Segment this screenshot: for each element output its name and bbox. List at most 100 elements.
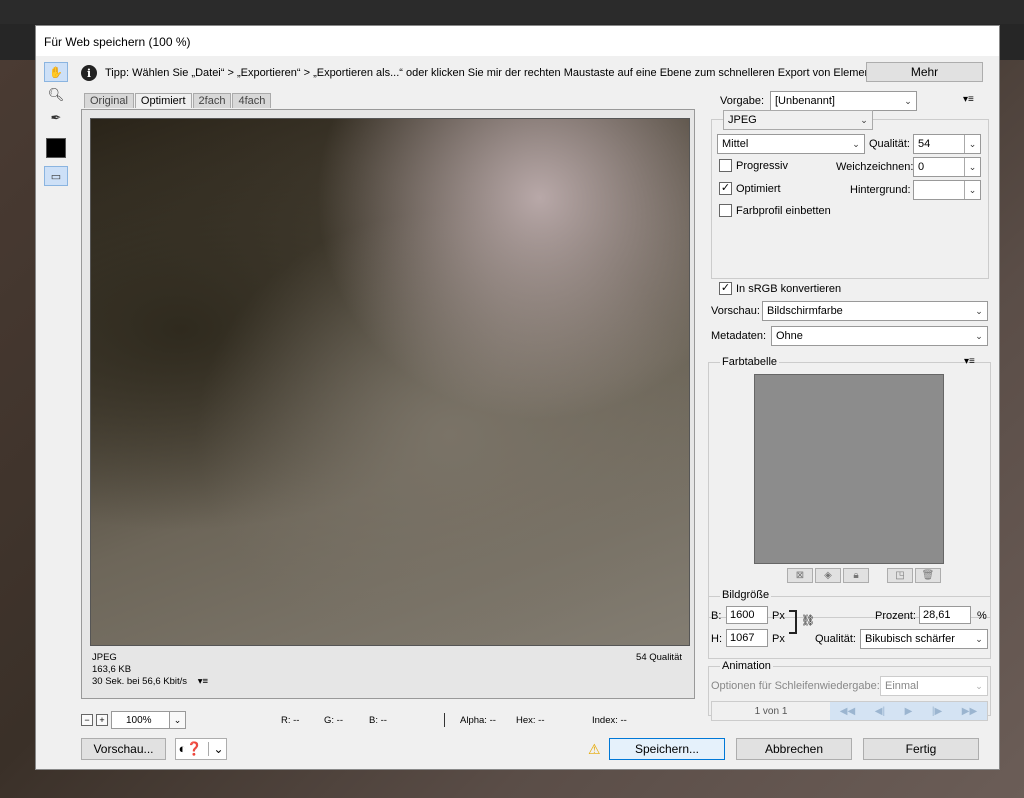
animation-controls: 1 von 1 ◀◀ ◀| ▶ |▶ ▶▶ (711, 701, 988, 721)
progressive-label: Progressiv (736, 159, 788, 172)
width-input[interactable]: 1600 (726, 606, 768, 624)
format-value: JPEG (728, 114, 757, 126)
percent-label: Prozent: (875, 610, 916, 622)
tip-bar: i Tipp: Wählen Sie „Datei“ > „Exportiere… (81, 62, 991, 84)
preset-menu-icon[interactable]: ▾≡ (963, 94, 974, 105)
height-input[interactable]: 1067 (726, 629, 768, 647)
zoom-out-button[interactable]: − (81, 714, 93, 726)
optimized-checkbox[interactable]: ✓ Optimiert (719, 182, 781, 195)
percent-input[interactable]: 28,61 (919, 606, 971, 624)
zoom-in-button[interactable]: + (96, 714, 108, 726)
cancel-button[interactable]: Abbrechen (736, 738, 852, 760)
tab-2up[interactable]: 2fach (192, 93, 232, 108)
resample-quality-label: Qualität: (815, 633, 856, 645)
preview-image[interactable] (90, 118, 690, 646)
prev-frame-icon[interactable]: ◀| (875, 706, 885, 717)
preview-panel: JPEG 163,6 KB 30 Sek. bei 56,6 Kbit/s ▾≡… (81, 109, 695, 699)
color-table-title: Farbtabelle (720, 356, 780, 368)
eyedropper-color-swatch[interactable] (46, 138, 66, 158)
metadata-label: Metadaten: (711, 330, 767, 342)
preview-value: Bildschirmfarbe (767, 305, 843, 317)
zoom-tool-icon[interactable]: 🔍︎ (44, 85, 68, 105)
eyedropper-tool-icon[interactable]: ✒ (44, 108, 68, 128)
toolbox: ✋ ⟋ 🔍︎ ✒ ▭ (44, 62, 70, 186)
info-icon: i (81, 65, 97, 81)
checkbox-box[interactable] (719, 204, 732, 217)
color-table-menu-icon[interactable]: ▾≡ (964, 356, 975, 367)
image-quality-info: 54 Qualität (636, 652, 682, 663)
more-button[interactable]: Mehr (866, 62, 983, 82)
color-table-buttons: ⊠ ◈ 🔒︎ ◳ 🗑︎ (787, 568, 941, 583)
chevron-down-icon: ⌄ (975, 330, 983, 341)
animation-title: Animation (720, 660, 773, 672)
lock-icon[interactable]: 🔒︎ (843, 568, 869, 583)
background-select[interactable]: ⌄ (913, 180, 981, 200)
checkmark-icon[interactable]: ✓ (719, 182, 732, 195)
chevron-down-icon: ⌄ (975, 305, 983, 316)
trash-icon[interactable]: 🗑︎ (915, 568, 941, 583)
resample-quality-select[interactable]: Bikubisch schärfer ⌄ (860, 629, 988, 649)
bottom-bar: Vorschau... ◐❓ ⌄ ⚠ Speichern... Abbrechen… (81, 738, 991, 764)
preview-select[interactable]: Bildschirmfarbe ⌄ (762, 301, 988, 321)
next-frame-icon[interactable]: |▶ (932, 706, 942, 717)
quality-level-select[interactable]: Mittel ⌄ (717, 134, 865, 154)
quality-label: Qualität: (869, 138, 910, 150)
browser-preview-button[interactable]: ◐❓ ⌄ (175, 738, 227, 760)
checkbox-box[interactable] (719, 159, 732, 172)
image-size-title: Bildgröße (720, 589, 772, 601)
blur-field[interactable]: 0 ⌄ (913, 157, 981, 177)
tab-original[interactable]: Original (84, 93, 134, 108)
embed-profile-checkbox[interactable]: Farbprofil einbetten (719, 204, 831, 217)
index-value: Index: -- (592, 714, 627, 726)
quality-level-value: Mittel (722, 138, 749, 150)
loop-label: Optionen für Schleifenwiedergabe: (711, 680, 880, 692)
background-label: Hintergrund: (850, 184, 911, 196)
link-bracket-icon (789, 610, 797, 634)
download-speed-menu-icon[interactable]: ▾≡ (198, 676, 208, 687)
quality-field[interactable]: 54 ⌄ (913, 134, 981, 154)
link-chain-icon[interactable]: ⛓ (801, 614, 815, 627)
preset-select[interactable]: [Unbenannt] ⌄ (770, 91, 917, 111)
new-color-icon[interactable]: ◳ (887, 568, 913, 583)
width-label: B: (711, 610, 722, 622)
metadata-select[interactable]: Ohne ⌄ (771, 326, 988, 346)
download-time: 30 Sek. bei 56,6 Kbit/s (92, 676, 188, 687)
chevron-down-icon: ⌄ (975, 633, 983, 644)
percent-sign: % (977, 610, 987, 622)
hand-tool-icon[interactable]: ✋ (44, 62, 68, 82)
tab-optimized[interactable]: Optimiert (134, 93, 192, 108)
browser-icon: ◐❓ (178, 741, 203, 756)
preview-button[interactable]: Vorschau... (81, 738, 166, 760)
srgb-label: In sRGB konvertieren (736, 282, 842, 295)
red-value: R: -- (281, 714, 300, 726)
green-value: G: -- (324, 714, 343, 726)
done-button[interactable]: Fertig (863, 738, 979, 760)
web-snap-icon[interactable]: ◈ (815, 568, 841, 583)
tip-text: Tipp: Wählen Sie „Datei“ > „Exportieren“… (105, 67, 886, 79)
first-frame-icon[interactable]: ◀◀ (840, 706, 855, 717)
chevron-down-icon: ⌄ (964, 158, 980, 176)
chevron-down-icon: ⌄ (964, 181, 980, 199)
loop-select[interactable]: Einmal ⌄ (880, 676, 988, 696)
tab-4up[interactable]: 4fach (232, 93, 272, 108)
progressive-checkbox[interactable]: Progressiv (719, 159, 788, 172)
chevron-down-icon: ⌄ (860, 114, 868, 125)
map-transparent-icon[interactable]: ⊠ (787, 568, 813, 583)
loop-value: Einmal (885, 680, 919, 692)
srgb-checkbox[interactable]: ✓ In sRGB konvertieren (719, 282, 841, 295)
play-icon[interactable]: ▶ (905, 706, 913, 717)
chevron-down-icon: ⌄ (975, 680, 983, 691)
last-frame-icon[interactable]: ▶▶ (962, 706, 977, 717)
chevron-down-icon[interactable]: ⌄ (208, 742, 224, 756)
chevron-down-icon[interactable]: ⌄ (169, 711, 186, 729)
zoom-level-field[interactable]: 100% ⌄ (111, 711, 186, 729)
frame-counter: 1 von 1 (754, 705, 788, 717)
preset-value: [Unbenannt] (775, 95, 835, 107)
color-table-swatch-area[interactable] (754, 374, 944, 564)
save-button[interactable]: Speichern... (609, 738, 725, 760)
toggle-slices-icon[interactable]: ▭ (44, 166, 68, 186)
checkmark-icon[interactable]: ✓ (719, 282, 732, 295)
chevron-down-icon: ⌄ (904, 95, 912, 106)
format-select[interactable]: JPEG ⌄ (723, 110, 873, 130)
blur-label: Weichzeichnen: (836, 161, 914, 173)
